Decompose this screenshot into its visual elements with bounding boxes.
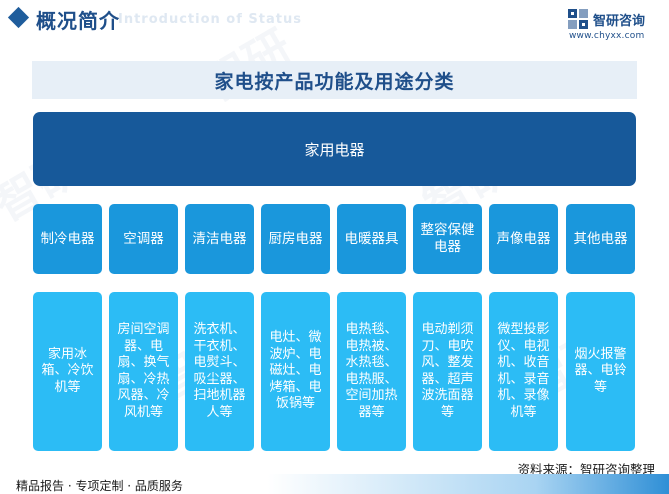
examples-text: 洗衣机、干衣机、电熨斗、吸尘器、扫地机器人等 — [193, 322, 246, 420]
examples-node: 电动剃须刀、电吹风、整发器、超声波洗面器等 — [413, 292, 482, 451]
category-label: 声像电器 — [496, 230, 551, 247]
examples-node: 烟火报警器、电铃等 — [566, 292, 635, 451]
category-node: 电暖器具 — [337, 204, 406, 274]
category-label: 其他电器 — [573, 230, 628, 247]
examples-text: 电热毯、电热被、水热毯、电热服、空间加热器等 — [345, 322, 398, 420]
examples-text: 电灶、微波炉、电磁灶、电烤箱、电饭锅等 — [269, 330, 322, 412]
category-label: 清洁电器 — [192, 230, 247, 247]
category-label: 整容保健电器 — [420, 222, 475, 255]
category-node: 制冷电器 — [33, 204, 102, 274]
brand-logo-icon — [568, 9, 588, 29]
category-node: 清洁电器 — [185, 204, 254, 274]
examples-node: 洗衣机、干衣机、电熨斗、吸尘器、扫地机器人等 — [185, 292, 254, 451]
category-node: 声像电器 — [489, 204, 558, 274]
category-label: 厨房电器 — [268, 230, 323, 247]
examples-node: 微型投影仪、电视机、收音机、录音机、录像机等 — [489, 292, 558, 451]
category-label: 电暖器具 — [344, 230, 399, 247]
root-node: 家用电器 — [33, 112, 636, 186]
diagram-title-band: 家电按产品功能及用途分类 — [32, 61, 637, 99]
diamond-bullet-icon — [7, 6, 30, 29]
examples-text: 房间空调器、电扇、换气扇、冷热风器、冷风机等 — [117, 322, 170, 420]
examples-text: 电动剃须刀、电吹风、整发器、超声波洗面器等 — [421, 322, 474, 420]
page-header: Introduction of Status 概况简介 智研咨询 www.chy… — [0, 0, 669, 48]
category-node: 整容保健电器 — [413, 204, 482, 274]
examples-node: 电热毯、电热被、水热毯、电热服、空间加热器等 — [337, 292, 406, 451]
examples-node: 家用冰箱、冷饮机等 — [33, 292, 102, 451]
header-ghost-text: Introduction of Status — [118, 12, 302, 27]
category-label: 制冷电器 — [40, 230, 95, 247]
brand-name: 智研咨询 — [593, 14, 646, 29]
brand-url[interactable]: www.chyxx.com — [569, 31, 644, 41]
root-node-label: 家用电器 — [304, 140, 365, 159]
examples-text: 烟火报警器、电铃等 — [574, 346, 627, 395]
category-node: 其他电器 — [566, 204, 635, 274]
brand[interactable]: 智研咨询 www.chyxx.com — [565, 7, 665, 41]
examples-text: 家用冰箱、冷饮机等 — [41, 346, 94, 395]
examples-text: 微型投影仪、电视机、收音机、录音机、录像机等 — [497, 322, 550, 420]
footer-tagline: 精品报告 · 专项定制 · 品质服务 — [16, 479, 183, 493]
examples-node: 电灶、微波炉、电磁灶、电烤箱、电饭锅等 — [261, 292, 330, 451]
category-node: 厨房电器 — [261, 204, 330, 274]
category-label: 空调器 — [123, 230, 164, 247]
category-node: 空调器 — [109, 204, 178, 274]
examples-node: 房间空调器、电扇、换气扇、冷热风器、冷风机等 — [109, 292, 178, 451]
diagram-title: 家电按产品功能及用途分类 — [214, 70, 455, 93]
page-title: 概况简介 — [36, 9, 120, 33]
